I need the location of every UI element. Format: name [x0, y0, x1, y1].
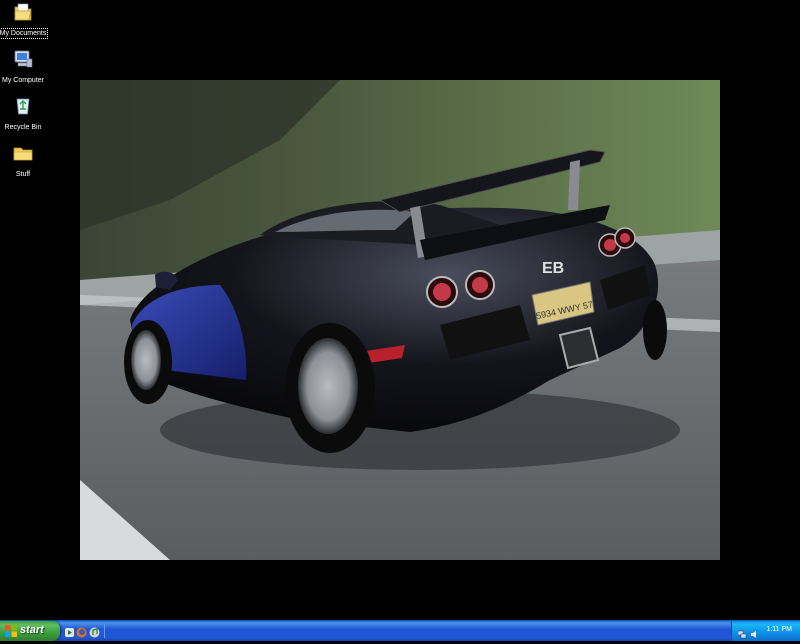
firefox-icon[interactable]	[76, 625, 87, 638]
desktop-icon-label: Stuff	[15, 171, 31, 178]
desktop-icon-my-documents[interactable]: My Documents	[0, 2, 53, 40]
taskbar: start 1:11 PM	[0, 620, 800, 641]
volume-icon[interactable]	[750, 626, 759, 638]
network-icon[interactable]	[737, 626, 747, 639]
media-player-icon[interactable]	[64, 625, 75, 637]
desktop-icon-label: My Computer	[1, 77, 44, 84]
desktop-icon-label: My Documents	[0, 28, 49, 39]
desktop-icon-stuff[interactable]: Stuff	[0, 143, 53, 181]
clock[interactable]: 1:11 PM	[766, 626, 792, 633]
start-label: start	[20, 624, 44, 636]
windows-logo-icon	[5, 625, 17, 637]
my-documents-icon	[12, 2, 34, 22]
recycle-bin-icon	[12, 96, 34, 116]
start-button[interactable]: start	[0, 621, 60, 641]
desktop-icon-my-computer[interactable]: My Computer	[0, 49, 53, 87]
my-computer-icon	[12, 49, 34, 69]
desktop-icon-label: Recycle Bin	[4, 124, 42, 131]
desktop-icon-recycle-bin[interactable]: Recycle Bin	[0, 96, 53, 134]
system-tray: 1:11 PM	[731, 621, 800, 641]
music-player-icon[interactable]	[89, 625, 100, 638]
taskbar-separator	[104, 624, 105, 638]
wallpaper-photo: 5934 WWY 57 EB	[80, 80, 720, 560]
folder-icon	[12, 143, 34, 163]
car-badge: EB	[542, 260, 564, 277]
